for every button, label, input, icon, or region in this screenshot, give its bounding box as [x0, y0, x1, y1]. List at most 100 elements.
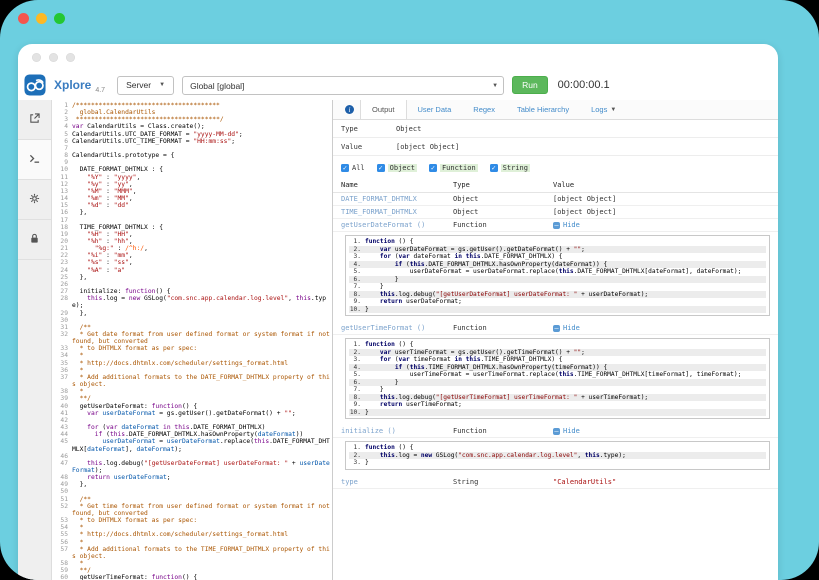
editor-line[interactable]: 27 initialize: function() { [52, 288, 332, 295]
editor-line[interactable]: 11 "%Y" : "yyyy", [52, 174, 332, 181]
editor-line[interactable]: 15 "%d" : "dd" [52, 202, 332, 209]
editor-line[interactable]: 35 * http://docs.dhtmlx.com/scheduler/se… [52, 360, 332, 367]
scope-query-input[interactable] [182, 76, 504, 95]
tab-user-data[interactable]: User Data [407, 100, 463, 119]
editor-line[interactable]: 19 "%H" : "HH", [52, 231, 332, 238]
editor-line[interactable]: 59 **/ [52, 567, 332, 574]
editor-line[interactable]: 46 [52, 453, 332, 460]
editor-line[interactable]: 8CalendarUtils.prototype = { [52, 152, 332, 159]
checkbox-checked-icon[interactable]: ✓ [490, 164, 498, 172]
editor-line[interactable]: 54 * [52, 524, 332, 531]
server-scope-select[interactable]: Server ▼ [117, 76, 174, 95]
editor-line[interactable]: 16 }, [52, 209, 332, 216]
hide-link[interactable]: –Hide [553, 221, 580, 229]
editor-line[interactable]: 56 * [52, 539, 332, 546]
editor-line[interactable]: 57 * Add additional formats to the TIME_… [52, 546, 332, 560]
property-name-link[interactable]: TIME_FORMAT_DHTMLX [341, 208, 453, 216]
editor-line[interactable]: 31 /** [52, 324, 332, 331]
editor-line[interactable]: 52 * Get time format from user defined f… [52, 503, 332, 517]
editor-line[interactable]: 39 **/ [52, 395, 332, 402]
sidebar-item-gear[interactable] [18, 180, 51, 220]
editor-line[interactable]: 38 * [52, 388, 332, 395]
editor-line[interactable]: 4var CalendarUtils = Class.create(); [52, 123, 332, 130]
sidebar-item-lock[interactable] [18, 220, 51, 260]
editor-line[interactable]: 55 * http://docs.dhtmlx.com/scheduler/se… [52, 531, 332, 538]
editor-line[interactable]: 5CalendarUtils.UTC_DATE_FORMAT = "yyyy-M… [52, 131, 332, 138]
server-scope-label: Server [126, 80, 151, 90]
editor-line[interactable]: 40 getUserDateFormat: function() { [52, 403, 332, 410]
editor-line[interactable]: 13 "%M" : "MMM", [52, 188, 332, 195]
filter-function[interactable]: ✓Function [429, 164, 478, 172]
editor-line[interactable]: 20 "%h" : "hh", [52, 238, 332, 245]
property-name-link[interactable]: type [341, 478, 453, 486]
tab-table-hierarchy[interactable]: Table Hierarchy [506, 100, 580, 119]
editor-line[interactable]: 22 "%i" : "mm", [52, 252, 332, 259]
editor-line[interactable]: 45 userDateFormat = userDateFormat.repla… [52, 438, 332, 452]
editor-line[interactable]: 33 * to DHTMLX format as per spec: [52, 345, 332, 352]
property-name-link[interactable]: DATE_FORMAT_DHTMLX [341, 195, 453, 203]
editor-line[interactable]: 34 * [52, 352, 332, 359]
tab-output[interactable]: Output [360, 100, 407, 119]
property-name-link[interactable]: initialize () [341, 427, 453, 435]
window-dot-icon[interactable] [66, 53, 75, 62]
editor-line[interactable]: 53 * to DHTMLX format as per spec: [52, 517, 332, 524]
property-name-link[interactable]: getUserDateFormat () [341, 221, 453, 229]
sidebar-item-open-in-new[interactable] [18, 100, 51, 140]
property-name-link[interactable]: getUserTimeFormat () [341, 324, 453, 332]
filter-all[interactable]: ✓All [341, 164, 365, 172]
filter-string[interactable]: ✓String [490, 164, 530, 172]
info-icon[interactable]: i [345, 105, 354, 114]
code-editor[interactable]: 1/**************************************… [52, 100, 332, 580]
close-window-button[interactable] [18, 13, 29, 24]
hide-link[interactable]: –Hide [553, 324, 580, 332]
editor-line[interactable]: 44 if (this.DATE_FORMAT_DHTMLX.hasOwnPro… [52, 431, 332, 438]
editor-line[interactable]: 50 [52, 488, 332, 495]
editor-line[interactable]: 28 this.log = new GSLog("com.snc.app.cal… [52, 295, 332, 309]
editor-line[interactable]: 12 "%y" : "yy", [52, 181, 332, 188]
window-dot-icon[interactable] [49, 53, 58, 62]
checkbox-checked-icon[interactable]: ✓ [377, 164, 385, 172]
editor-line[interactable]: 58 * [52, 560, 332, 567]
editor-line[interactable]: 2 global.CalendarUtils [52, 109, 332, 116]
output-tabs: i OutputUser DataRegexTable HierarchyLogs… [333, 100, 778, 120]
editor-line[interactable]: 36 * [52, 367, 332, 374]
maximize-window-button[interactable] [54, 13, 65, 24]
run-button[interactable]: Run [512, 76, 548, 94]
editor-line[interactable]: 21 "%g:" : /^h:/, [52, 245, 332, 252]
editor-line[interactable]: 23 "%s" : "ss", [52, 259, 332, 266]
editor-line[interactable]: 18 TIME_FORMAT_DHTMLX : { [52, 224, 332, 231]
editor-line[interactable]: 41 var userDateFormat = gs.getUser().get… [52, 410, 332, 417]
editor-line[interactable]: 24 "%A" : "a" [52, 267, 332, 274]
editor-line[interactable]: 49 }, [52, 481, 332, 488]
hide-link[interactable]: –Hide [553, 427, 580, 435]
editor-line[interactable]: 6CalendarUtils.UTC_TIME_FORMAT = "HH:mm:… [52, 138, 332, 145]
editor-line[interactable]: 14 "%m" : "MM", [52, 195, 332, 202]
editor-line[interactable]: 30 [52, 317, 332, 324]
editor-line[interactable]: 3 **************************************… [52, 116, 332, 123]
editor-line[interactable]: 7 [52, 145, 332, 152]
editor-line[interactable]: 48 return userDateFormat; [52, 474, 332, 481]
tab-logs[interactable]: Logs▼ [580, 100, 627, 119]
editor-line[interactable]: 1/************************************** [52, 102, 332, 109]
line-number: 6. [349, 276, 365, 284]
editor-line[interactable]: 25 }, [52, 274, 332, 281]
checkbox-checked-icon[interactable]: ✓ [341, 164, 349, 172]
editor-line[interactable]: 43 for (var dateFormat in this.DATE_FORM… [52, 424, 332, 431]
tab-regex[interactable]: Regex [462, 100, 506, 119]
editor-line[interactable]: 60 getUserTimeFormat: function() { [52, 574, 332, 580]
editor-line[interactable]: 29 }, [52, 310, 332, 317]
editor-line[interactable]: 17 [52, 217, 332, 224]
filter-object[interactable]: ✓Object [377, 164, 417, 172]
editor-line[interactable]: 51 /** [52, 496, 332, 503]
sidebar-item-terminal[interactable] [18, 140, 51, 180]
editor-line[interactable]: 32 * Get date format from user defined f… [52, 331, 332, 345]
editor-line[interactable]: 9 [52, 159, 332, 166]
editor-line[interactable]: 26 [52, 281, 332, 288]
editor-line[interactable]: 47 this.log.debug("[getUserDateFormat] u… [52, 460, 332, 474]
checkbox-checked-icon[interactable]: ✓ [429, 164, 437, 172]
editor-line[interactable]: 10 DATE_FORMAT_DHTMLX : { [52, 166, 332, 173]
editor-line[interactable]: 42 [52, 417, 332, 424]
window-dot-icon[interactable] [32, 53, 41, 62]
minimize-window-button[interactable] [36, 13, 47, 24]
editor-line[interactable]: 37 * Add additional formats to the DATE_… [52, 374, 332, 388]
